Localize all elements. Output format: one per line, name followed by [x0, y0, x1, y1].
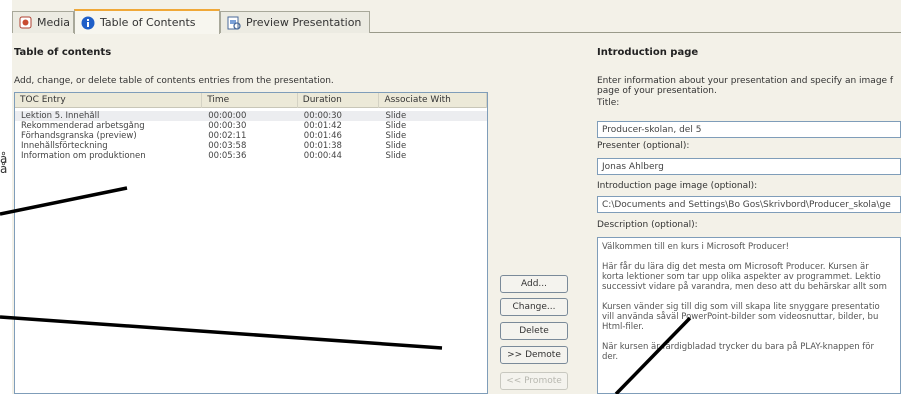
cell-time: 00:03:58	[208, 141, 247, 151]
cell-associate: Slide	[385, 111, 407, 121]
cell-duration: 00:01:46	[303, 131, 342, 141]
toc-description: Add, change, or delete table of contents…	[14, 76, 334, 86]
producer-window: å å Media Table of Contents Preview Pres…	[0, 0, 901, 394]
column-header-associate-with[interactable]: Associate With	[379, 93, 487, 108]
preview-icon	[227, 16, 241, 30]
tab-table-of-contents[interactable]: Table of Contents	[74, 9, 220, 34]
intro-image-label: Introduction page image (optional):	[597, 181, 758, 191]
table-row[interactable]: Information om produktionen 00:05:36 00:…	[15, 151, 487, 161]
change-button[interactable]: Change...	[500, 298, 568, 316]
intro-description-line: page of your presentation.	[597, 86, 717, 96]
title-field[interactable]: Producer-skolan, del 5	[597, 121, 901, 138]
delete-button[interactable]: Delete	[500, 322, 568, 340]
description-textarea[interactable]: Välkommen till en kurs i Microsoft Produ…	[597, 237, 901, 394]
presenter-label: Presenter (optional):	[597, 141, 690, 151]
add-button[interactable]: Add...	[500, 275, 568, 293]
cell-time: 00:02:11	[208, 131, 247, 141]
description-line: vill använda såväl PowerPoint-bilder som…	[602, 312, 879, 322]
cell-time: 00:00:00	[208, 111, 247, 121]
description-line: Välkommen till en kurs i Microsoft Produ…	[602, 242, 790, 252]
cell-associate: Slide	[385, 121, 407, 131]
cell-duration: 00:01:38	[303, 141, 342, 151]
tab-label: Media	[37, 16, 71, 29]
cell-entry: Lektion 5. Innehåll	[21, 111, 100, 121]
tab-label: Preview Presentation	[246, 16, 362, 29]
cell-duration: 00:00:30	[303, 111, 342, 121]
clipped-left-text: å å	[0, 153, 8, 176]
table-row[interactable]: Lektion 5. Innehåll 00:00:00 00:00:30 Sl…	[15, 111, 487, 121]
title-label: Title:	[597, 98, 620, 108]
cell-duration: 00:00:44	[303, 151, 342, 161]
description-line: successivt vidare på varandra, men deso …	[602, 282, 887, 292]
cell-associate: Slide	[385, 151, 407, 161]
column-header-duration[interactable]: Duration	[298, 93, 380, 108]
tab-media[interactable]: Media	[12, 11, 74, 33]
description-line: Här får du lära dig det mesta om Microso…	[602, 262, 869, 272]
media-icon	[19, 16, 32, 30]
column-header-toc-entry[interactable]: TOC Entry	[15, 93, 203, 108]
tab-bar: Media Table of Contents Preview Presenta…	[12, 9, 901, 34]
description-line: Html-filer.	[602, 322, 644, 332]
description-line: der.	[602, 352, 619, 362]
table-row[interactable]: Förhandsgranska (preview) 00:02:11 00:01…	[15, 131, 487, 141]
table-row[interactable]: Innehållsförteckning 00:03:58 00:01:38 S…	[15, 141, 487, 151]
tab-label: Table of Contents	[100, 16, 196, 29]
cell-entry: Förhandsgranska (preview)	[21, 131, 137, 141]
cell-associate: Slide	[385, 131, 407, 141]
cell-entry: Information om produktionen	[21, 151, 146, 161]
cell-associate: Slide	[385, 141, 407, 151]
toc-heading: Table of contents	[14, 47, 112, 58]
cell-time: 00:05:36	[208, 151, 247, 161]
cell-duration: 00:01:42	[303, 121, 342, 131]
intro-heading: Introduction page	[597, 47, 699, 58]
toc-header: TOC Entry Time Duration Associate With	[15, 93, 487, 108]
intro-description-line: Enter information about your presentatio…	[597, 76, 894, 86]
presenter-field[interactable]: Jonas Ahlberg	[597, 158, 901, 175]
left-margin	[0, 0, 12, 394]
column-header-time[interactable]: Time	[202, 93, 298, 108]
clipped-char: å	[0, 162, 8, 176]
demote-button[interactable]: >> Demote	[500, 346, 568, 364]
description-label: Description (optional):	[597, 220, 698, 230]
description-line: korta lektioner som tar upp olika aspekt…	[602, 272, 881, 282]
intro-image-field[interactable]: C:\Documents and Settings\Bo Gos\Skrivbo…	[597, 196, 901, 213]
cell-entry: Rekommenderad arbetsgång	[21, 121, 145, 131]
info-icon	[81, 16, 95, 30]
promote-button[interactable]: << Promote	[500, 372, 568, 390]
table-row[interactable]: Rekommenderad arbetsgång 00:00:30 00:01:…	[15, 121, 487, 131]
description-line: När kursen är färdigbladad trycker du ba…	[602, 342, 874, 352]
cell-entry: Innehållsförteckning	[21, 141, 108, 151]
toc-list[interactable]: TOC Entry Time Duration Associate With L…	[14, 92, 488, 394]
cell-time: 00:00:30	[208, 121, 247, 131]
description-line: Kursen vänder sig till dig som vill skap…	[602, 302, 880, 312]
tab-preview-presentation[interactable]: Preview Presentation	[220, 11, 370, 33]
